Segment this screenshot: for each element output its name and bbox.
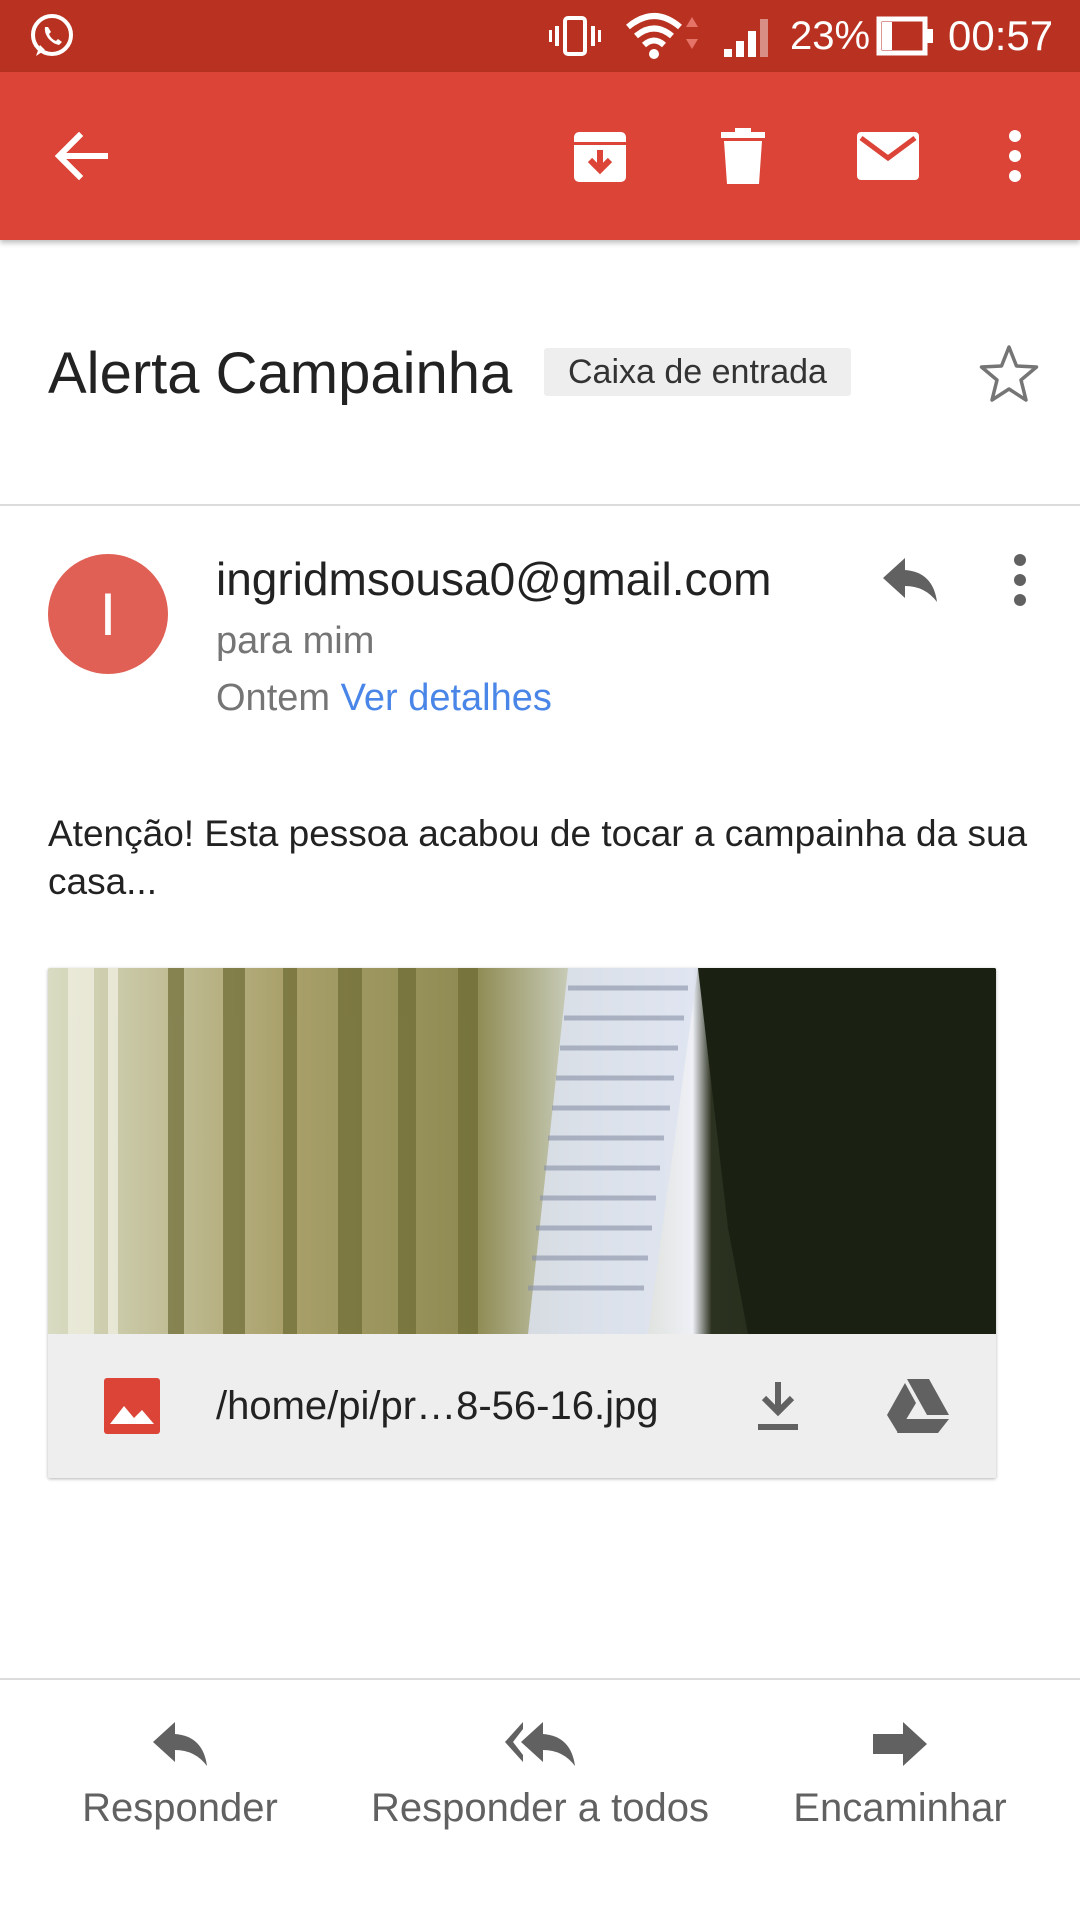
archive-icon[interactable] [545, 72, 655, 240]
date-line: Ontem Ver detalhes [216, 677, 552, 720]
attachment-filename[interactable]: /home/pi/pr…8-56-16.jpg [216, 1378, 658, 1434]
divider [0, 504, 1080, 506]
download-icon[interactable] [738, 1366, 818, 1446]
reply-icon[interactable] [860, 545, 960, 615]
wifi-icon [624, 0, 700, 72]
image-file-icon [104, 1378, 160, 1434]
recipient-text: para mim [216, 620, 375, 662]
forward-icon [873, 1722, 927, 1766]
whatsapp-icon [28, 0, 76, 72]
inbox-label-chip[interactable]: Caixa de entrada [544, 348, 851, 396]
reply-all-button[interactable]: Responder a todos [364, 1720, 716, 1870]
reply-all-icon [505, 1722, 575, 1766]
status-time: 00:57 [948, 12, 1054, 59]
reply-label: Responder [82, 1786, 278, 1830]
signal-icon [722, 0, 774, 72]
attachment-card[interactable]: /home/pi/pr…8-56-16.jpg [48, 968, 996, 1478]
view-details-link[interactable]: Ver detalhes [341, 677, 552, 719]
email-subject: Alerta Campainha [48, 341, 513, 406]
sender-address[interactable]: ingridmsousa0@gmail.com [216, 552, 771, 606]
back-arrow-icon[interactable] [26, 72, 136, 240]
reply-all-label: Responder a todos [370, 1786, 709, 1830]
reply-button[interactable]: Responder [80, 1720, 280, 1870]
star-icon[interactable] [970, 335, 1048, 413]
vibrate-icon [548, 0, 602, 72]
delete-icon[interactable] [688, 72, 798, 240]
drive-icon[interactable] [878, 1366, 958, 1446]
app-bar [0, 72, 1080, 240]
attachment-preview-image[interactable] [48, 968, 996, 1334]
bottom-actions: Responder Responder a todos Encaminhar [0, 1680, 1080, 1920]
attachment-bar: /home/pi/pr…8-56-16.jpg [48, 1334, 996, 1478]
message-more-icon[interactable] [990, 545, 1050, 615]
subject-row: Alerta Campainha Caixa de entrada [0, 240, 1080, 505]
status-bar: 23% 00:57 [0, 0, 1080, 72]
forward-label: Encaminhar [793, 1786, 1007, 1830]
forward-button[interactable]: Encaminhar [790, 1720, 1010, 1870]
reply-icon [153, 1722, 207, 1766]
more-vert-icon[interactable] [960, 72, 1070, 240]
battery-icon [876, 0, 936, 72]
avatar[interactable]: I [48, 554, 168, 674]
email-date: Ontem [216, 677, 331, 719]
mark-unread-icon[interactable] [833, 72, 943, 240]
email-body: Atenção! Esta pessoa acabou de tocar a c… [48, 813, 1028, 902]
battery-percent: 23% [790, 13, 871, 58]
